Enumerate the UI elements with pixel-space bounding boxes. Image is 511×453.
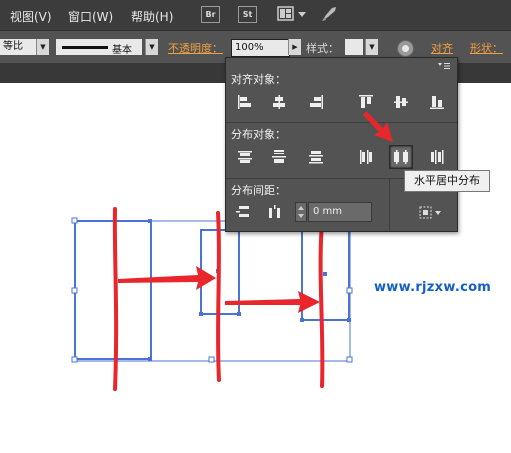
horizontal-align-center-icon[interactable] <box>271 94 287 110</box>
transform-link[interactable]: 形状： <box>470 40 503 56</box>
annotation-line-left <box>112 207 119 391</box>
style-swatch[interactable] <box>345 39 363 55</box>
uniform-dropdown-arrow[interactable]: ▼ <box>36 39 49 55</box>
menu-help[interactable]: 帮助(H) <box>131 8 173 25</box>
align-link[interactable]: 对齐 <box>431 40 453 56</box>
tooltip: 水平居中分布 <box>404 170 490 192</box>
horizontal-distribute-left-icon[interactable] <box>358 149 374 165</box>
align-objects-title: 对齐对象： <box>231 73 286 86</box>
horizontal-distribute-space-icon[interactable] <box>267 204 283 220</box>
horizontal-align-right-icon[interactable] <box>308 94 324 110</box>
site-watermark: www.rjzxw.com <box>374 280 492 295</box>
workspace-layout-icon[interactable] <box>277 6 311 23</box>
horizontal-distribute-right-icon[interactable] <box>429 149 445 165</box>
stroke-profile-label: 基本 <box>112 45 132 56</box>
vertical-align-bottom-icon[interactable] <box>429 94 445 110</box>
distribute-objects-title: 分布对象： <box>231 128 286 141</box>
vertical-distribute-bottom-icon[interactable] <box>308 149 324 165</box>
opacity-label[interactable]: 不透明度： <box>168 40 223 56</box>
annotation-line-right <box>318 221 325 388</box>
align-panel: 对齐对象： 分布对象： 分布间距： 0 mm <box>225 57 458 232</box>
horizontal-distribute-center-icon <box>393 149 409 165</box>
annotation-arrow-1 <box>118 266 216 290</box>
stroke-line-preview <box>62 46 108 49</box>
distribute-spacing-title: 分布间距： <box>231 184 286 197</box>
opacity-input[interactable]: 100% <box>231 39 290 57</box>
vertical-distribute-top-icon[interactable] <box>237 149 253 165</box>
uniform-label: 等比 <box>3 41 23 52</box>
recolor-globe-icon[interactable] <box>397 40 414 57</box>
bridge-button[interactable]: Br <box>201 6 220 23</box>
panel-menu-icon[interactable] <box>437 60 451 69</box>
uniform-select[interactable]: 等比 <box>0 39 37 55</box>
vertical-distribute-space-icon[interactable] <box>235 204 251 220</box>
spacing-stepper[interactable] <box>295 202 307 222</box>
spacing-input[interactable]: 0 mm <box>308 202 372 222</box>
menu-bar: 视图(V) 窗口(W) 帮助(H) Br St <box>0 0 511 30</box>
stroke-profile-dropdown-arrow[interactable]: ▼ <box>145 39 158 55</box>
spacing-value: 0 mm <box>313 206 343 217</box>
align-to-dropdown[interactable] <box>419 205 445 221</box>
stock-button[interactable]: St <box>238 6 257 23</box>
horizontal-align-left-icon[interactable] <box>237 94 253 110</box>
style-label: 样式： <box>306 42 339 55</box>
opacity-value: 100% <box>235 42 264 53</box>
annotation-line-middle <box>216 211 221 382</box>
annotation-arrow-panel <box>363 111 393 142</box>
menu-window[interactable]: 窗口(W) <box>68 8 113 25</box>
style-dropdown-arrow[interactable]: ▼ <box>365 39 378 55</box>
panel-separator <box>226 122 457 123</box>
vertical-distribute-center-icon[interactable] <box>271 149 287 165</box>
stroke-profile-select[interactable]: 基本 <box>56 39 142 56</box>
menu-view[interactable]: 视图(V) <box>10 8 52 25</box>
panel-separator <box>389 178 390 231</box>
gpu-rocket-icon[interactable] <box>320 5 338 23</box>
horizontal-distribute-center-button[interactable] <box>389 145 413 169</box>
opacity-slider-arrow[interactable]: ▶ <box>288 39 301 55</box>
